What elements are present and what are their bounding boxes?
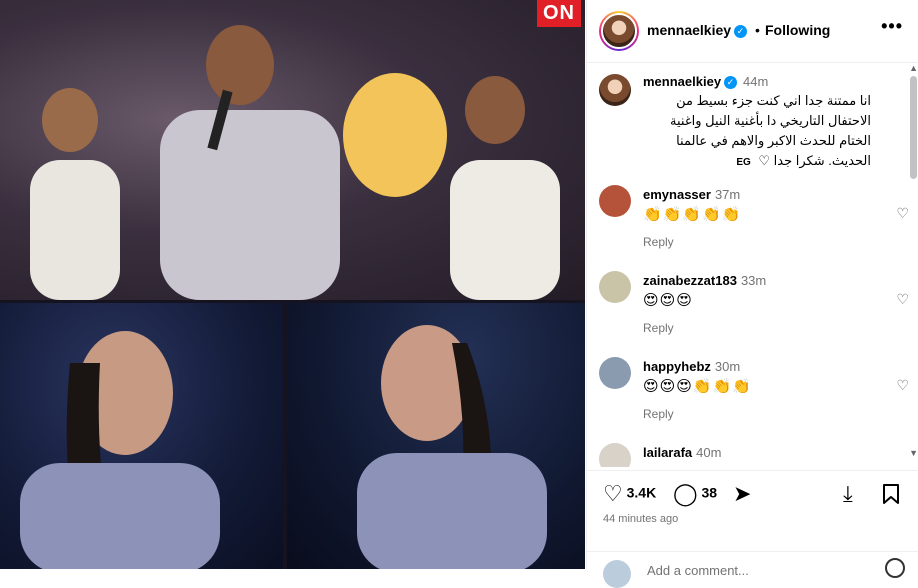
comment-item: happyhebz 30m 😍😍😍👏👏👏 Reply ♡ [599, 357, 909, 421]
commenter-avatar[interactable] [599, 271, 631, 303]
post-details-panel: mennaelkiey ✓ • Following ••• mennaelkiey… [586, 0, 918, 588]
post-media[interactable]: ON [0, 0, 585, 569]
commenter-avatar[interactable] [599, 443, 631, 467]
comment-like-heart-icon[interactable]: ♡ [896, 205, 909, 222]
scroll-down-arrow-icon[interactable]: ▼ [909, 448, 918, 458]
channel-logo: ON [537, 0, 581, 27]
commenter-username[interactable]: happyhebz [643, 359, 711, 374]
more-options-icon[interactable]: ••• [881, 16, 903, 37]
caption-username[interactable]: mennaelkiey [643, 74, 721, 89]
singer-scene-right [357, 325, 547, 569]
comment-time: 37m [714, 187, 741, 202]
comment-time: 33m [740, 273, 767, 288]
posted-time: 44 minutes ago [603, 513, 679, 525]
comment-item: zainabezzat183 33m 😍😍😍 Reply ♡ [599, 271, 909, 335]
share-control[interactable]: ➤ [733, 481, 751, 507]
comment-text: 👏👏👏👏👏 [643, 206, 742, 223]
author-avatar[interactable] [599, 11, 639, 51]
comment-item: emynasser 37m 👏👏👏👏👏 Reply ♡ [599, 185, 909, 249]
comment-time: 30m [714, 359, 741, 374]
reply-button[interactable]: Reply [643, 407, 674, 421]
save-control[interactable] [881, 483, 901, 508]
caption-avatar[interactable] [599, 74, 631, 106]
commenter-avatar[interactable] [599, 357, 631, 389]
comment-icon[interactable]: ◯ [673, 481, 698, 506]
download-control[interactable]: ⤓ [843, 481, 853, 507]
bookmark-icon[interactable] [881, 483, 901, 505]
post-actions: ♡ 3.4K ◯ 38 ➤ ⤓ 44 minutes ago Add a com… [587, 470, 918, 588]
caption-text: انا ممتنة جدا اني كنت جزء بسيط من الاحتف… [670, 93, 871, 168]
country-tag: EG [736, 157, 751, 168]
heart-icon[interactable]: ♡ [603, 481, 623, 506]
emoji-icon[interactable] [885, 558, 905, 578]
download-icon[interactable]: ⤓ [843, 481, 853, 506]
comment-like-heart-icon[interactable]: ♡ [896, 377, 909, 394]
verified-badge-icon: ✓ [734, 24, 748, 38]
comment-text: 😍😍😍👏👏👏 [643, 378, 752, 395]
like-count: 3.4K [626, 484, 657, 501]
stage-scene-top [30, 25, 560, 300]
reply-button[interactable]: Reply [643, 235, 674, 249]
media-panel-bottom-left [0, 303, 283, 569]
author-username[interactable]: mennaelkiey ✓ [647, 22, 748, 38]
scroll-up-arrow-icon[interactable]: ▲ [909, 63, 918, 73]
share-icon[interactable]: ➤ [733, 481, 751, 506]
viewer-avatar [603, 560, 631, 588]
add-comment-input[interactable]: Add a comment... [647, 563, 749, 578]
comment-count: 38 [701, 484, 718, 501]
like-control[interactable]: ♡ 3.4K [603, 481, 656, 507]
comment-time: 40m [696, 445, 722, 460]
add-comment-row: Add a comment... [587, 551, 918, 588]
commenter-username[interactable]: lailarafa [643, 445, 692, 460]
reply-button[interactable]: Reply [643, 321, 674, 335]
comment-like-heart-icon[interactable]: ♡ [896, 291, 909, 308]
media-panel-top: ON [0, 0, 585, 300]
media-panel-bottom-right [287, 303, 585, 569]
singer-scene-left [20, 331, 220, 569]
comment-item: lailarafa 40m [599, 443, 909, 467]
header-separator: • [755, 22, 760, 38]
commenter-avatar[interactable] [599, 185, 631, 217]
post-header: mennaelkiey ✓ • Following ••• [587, 0, 918, 63]
commenter-username[interactable]: zainabezzat183 [643, 273, 737, 288]
comment-text: 😍😍😍 [643, 292, 693, 309]
scrollbar-thumb[interactable] [910, 76, 917, 179]
comment-control[interactable]: ◯ 38 [673, 481, 717, 507]
verified-badge-icon: ✓ [724, 76, 738, 90]
following-button[interactable]: Following [765, 22, 830, 38]
commenter-username[interactable]: emynasser [643, 187, 711, 202]
caption-time: 44m [743, 74, 769, 89]
